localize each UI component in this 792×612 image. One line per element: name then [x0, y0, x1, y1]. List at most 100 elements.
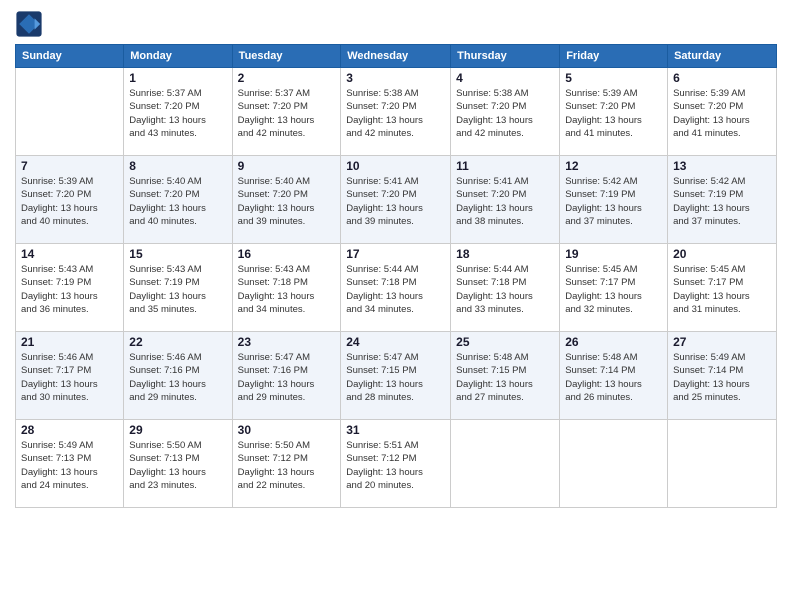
day-info: Sunrise: 5:38 AM Sunset: 7:20 PM Dayligh…	[456, 87, 554, 140]
day-info: Sunrise: 5:38 AM Sunset: 7:20 PM Dayligh…	[346, 87, 445, 140]
day-info: Sunrise: 5:48 AM Sunset: 7:14 PM Dayligh…	[565, 351, 662, 404]
calendar-day-cell: 9 Sunrise: 5:40 AM Sunset: 7:20 PM Daylig…	[232, 156, 341, 244]
calendar-day-cell: 2 Sunrise: 5:37 AM Sunset: 7:20 PM Daylig…	[232, 68, 341, 156]
calendar-day-cell: 18 Sunrise: 5:44 AM Sunset: 7:18 PM Dayli…	[451, 244, 560, 332]
day-info: Sunrise: 5:50 AM Sunset: 7:13 PM Dayligh…	[129, 439, 226, 492]
day-info: Sunrise: 5:49 AM Sunset: 7:13 PM Dayligh…	[21, 439, 118, 492]
calendar-day-cell: 7 Sunrise: 5:39 AM Sunset: 7:20 PM Daylig…	[16, 156, 124, 244]
day-number: 13	[673, 159, 771, 173]
calendar-week-row: 1 Sunrise: 5:37 AM Sunset: 7:20 PM Daylig…	[16, 68, 777, 156]
day-info: Sunrise: 5:37 AM Sunset: 7:20 PM Dayligh…	[129, 87, 226, 140]
weekday-header-monday: Monday	[124, 45, 232, 68]
day-number: 27	[673, 335, 771, 349]
day-info: Sunrise: 5:44 AM Sunset: 7:18 PM Dayligh…	[456, 263, 554, 316]
calendar-day-cell: 8 Sunrise: 5:40 AM Sunset: 7:20 PM Daylig…	[124, 156, 232, 244]
day-info: Sunrise: 5:42 AM Sunset: 7:19 PM Dayligh…	[673, 175, 771, 228]
empty-cell	[16, 68, 124, 156]
day-number: 2	[238, 71, 336, 85]
day-number: 5	[565, 71, 662, 85]
calendar-day-cell: 4Sunrise: 5:38 AM Sunset: 7:20 PM Daylig…	[451, 68, 560, 156]
calendar-day-cell: 5 Sunrise: 5:39 AM Sunset: 7:20 PM Daylig…	[560, 68, 668, 156]
day-info: Sunrise: 5:47 AM Sunset: 7:15 PM Dayligh…	[346, 351, 445, 404]
day-info: Sunrise: 5:37 AM Sunset: 7:20 PM Dayligh…	[238, 87, 336, 140]
day-number: 20	[673, 247, 771, 261]
calendar-day-cell: 29Sunrise: 5:50 AM Sunset: 7:13 PM Dayli…	[124, 420, 232, 508]
calendar-day-cell: 24Sunrise: 5:47 AM Sunset: 7:15 PM Dayli…	[341, 332, 451, 420]
calendar-week-row: 7 Sunrise: 5:39 AM Sunset: 7:20 PM Daylig…	[16, 156, 777, 244]
day-info: Sunrise: 5:42 AM Sunset: 7:19 PM Dayligh…	[565, 175, 662, 228]
calendar-day-cell: 22 Sunrise: 5:46 AM Sunset: 7:16 PM Dayli…	[124, 332, 232, 420]
weekday-header-friday: Friday	[560, 45, 668, 68]
day-number: 22	[129, 335, 226, 349]
day-number: 10	[346, 159, 445, 173]
weekday-header-sunday: Sunday	[16, 45, 124, 68]
calendar-day-cell: 27 Sunrise: 5:49 AM Sunset: 7:14 PM Dayli…	[668, 332, 777, 420]
empty-cell	[668, 420, 777, 508]
day-info: Sunrise: 5:40 AM Sunset: 7:20 PM Dayligh…	[129, 175, 226, 228]
weekday-header-wednesday: Wednesday	[341, 45, 451, 68]
calendar-day-cell: 13 Sunrise: 5:42 AM Sunset: 7:19 PM Dayli…	[668, 156, 777, 244]
day-number: 1	[129, 71, 226, 85]
calendar-day-cell: 19Sunrise: 5:45 AM Sunset: 7:17 PM Dayli…	[560, 244, 668, 332]
calendar-week-row: 21Sunrise: 5:46 AM Sunset: 7:17 PM Dayli…	[16, 332, 777, 420]
day-number: 9	[238, 159, 336, 173]
calendar-day-cell: 6 Sunrise: 5:39 AM Sunset: 7:20 PM Daylig…	[668, 68, 777, 156]
day-info: Sunrise: 5:43 AM Sunset: 7:19 PM Dayligh…	[129, 263, 226, 316]
calendar-day-cell: 31Sunrise: 5:51 AM Sunset: 7:12 PM Dayli…	[341, 420, 451, 508]
calendar-week-row: 28 Sunrise: 5:49 AM Sunset: 7:13 PM Dayli…	[16, 420, 777, 508]
weekday-header-thursday: Thursday	[451, 45, 560, 68]
logo-icon	[15, 10, 43, 38]
calendar-day-cell: 26 Sunrise: 5:48 AM Sunset: 7:14 PM Dayli…	[560, 332, 668, 420]
calendar-day-cell: 25 Sunrise: 5:48 AM Sunset: 7:15 PM Dayli…	[451, 332, 560, 420]
day-info: Sunrise: 5:40 AM Sunset: 7:20 PM Dayligh…	[238, 175, 336, 228]
day-number: 8	[129, 159, 226, 173]
calendar-day-cell: 10 Sunrise: 5:41 AM Sunset: 7:20 PM Dayli…	[341, 156, 451, 244]
logo	[15, 10, 47, 38]
empty-cell	[560, 420, 668, 508]
day-info: Sunrise: 5:47 AM Sunset: 7:16 PM Dayligh…	[238, 351, 336, 404]
day-info: Sunrise: 5:48 AM Sunset: 7:15 PM Dayligh…	[456, 351, 554, 404]
day-number: 16	[238, 247, 336, 261]
calendar-day-cell: 23 Sunrise: 5:47 AM Sunset: 7:16 PM Dayli…	[232, 332, 341, 420]
day-info: Sunrise: 5:39 AM Sunset: 7:20 PM Dayligh…	[565, 87, 662, 140]
day-info: Sunrise: 5:46 AM Sunset: 7:16 PM Dayligh…	[129, 351, 226, 404]
day-number: 21	[21, 335, 118, 349]
day-info: Sunrise: 5:43 AM Sunset: 7:19 PM Dayligh…	[21, 263, 118, 316]
calendar-day-cell: 15 Sunrise: 5:43 AM Sunset: 7:19 PM Dayli…	[124, 244, 232, 332]
calendar-week-row: 14 Sunrise: 5:43 AM Sunset: 7:19 PM Dayli…	[16, 244, 777, 332]
calendar-day-cell: 1 Sunrise: 5:37 AM Sunset: 7:20 PM Daylig…	[124, 68, 232, 156]
day-info: Sunrise: 5:39 AM Sunset: 7:20 PM Dayligh…	[673, 87, 771, 140]
day-number: 19	[565, 247, 662, 261]
day-info: Sunrise: 5:49 AM Sunset: 7:14 PM Dayligh…	[673, 351, 771, 404]
day-info: Sunrise: 5:39 AM Sunset: 7:20 PM Dayligh…	[21, 175, 118, 228]
day-number: 26	[565, 335, 662, 349]
day-info: Sunrise: 5:43 AM Sunset: 7:18 PM Dayligh…	[238, 263, 336, 316]
calendar-day-cell: 16 Sunrise: 5:43 AM Sunset: 7:18 PM Dayli…	[232, 244, 341, 332]
day-number: 3	[346, 71, 445, 85]
day-info: Sunrise: 5:50 AM Sunset: 7:12 PM Dayligh…	[238, 439, 336, 492]
day-number: 23	[238, 335, 336, 349]
day-info: Sunrise: 5:51 AM Sunset: 7:12 PM Dayligh…	[346, 439, 445, 492]
calendar-day-cell: 12 Sunrise: 5:42 AM Sunset: 7:19 PM Dayli…	[560, 156, 668, 244]
day-number: 14	[21, 247, 118, 261]
calendar-day-cell: 11Sunrise: 5:41 AM Sunset: 7:20 PM Dayli…	[451, 156, 560, 244]
day-number: 17	[346, 247, 445, 261]
weekday-header-tuesday: Tuesday	[232, 45, 341, 68]
calendar-day-cell: 30Sunrise: 5:50 AM Sunset: 7:12 PM Dayli…	[232, 420, 341, 508]
calendar-day-cell: 14 Sunrise: 5:43 AM Sunset: 7:19 PM Dayli…	[16, 244, 124, 332]
day-info: Sunrise: 5:45 AM Sunset: 7:17 PM Dayligh…	[673, 263, 771, 316]
calendar-day-cell: 28 Sunrise: 5:49 AM Sunset: 7:13 PM Dayli…	[16, 420, 124, 508]
day-number: 25	[456, 335, 554, 349]
day-number: 12	[565, 159, 662, 173]
calendar-day-cell: 3 Sunrise: 5:38 AM Sunset: 7:20 PM Daylig…	[341, 68, 451, 156]
calendar-day-cell: 20 Sunrise: 5:45 AM Sunset: 7:17 PM Dayli…	[668, 244, 777, 332]
day-number: 11	[456, 159, 554, 173]
day-info: Sunrise: 5:41 AM Sunset: 7:20 PM Dayligh…	[346, 175, 445, 228]
day-number: 6	[673, 71, 771, 85]
day-number: 18	[456, 247, 554, 261]
calendar-day-cell: 17Sunrise: 5:44 AM Sunset: 7:18 PM Dayli…	[341, 244, 451, 332]
empty-cell	[451, 420, 560, 508]
day-number: 7	[21, 159, 118, 173]
day-number: 28	[21, 423, 118, 437]
day-number: 15	[129, 247, 226, 261]
